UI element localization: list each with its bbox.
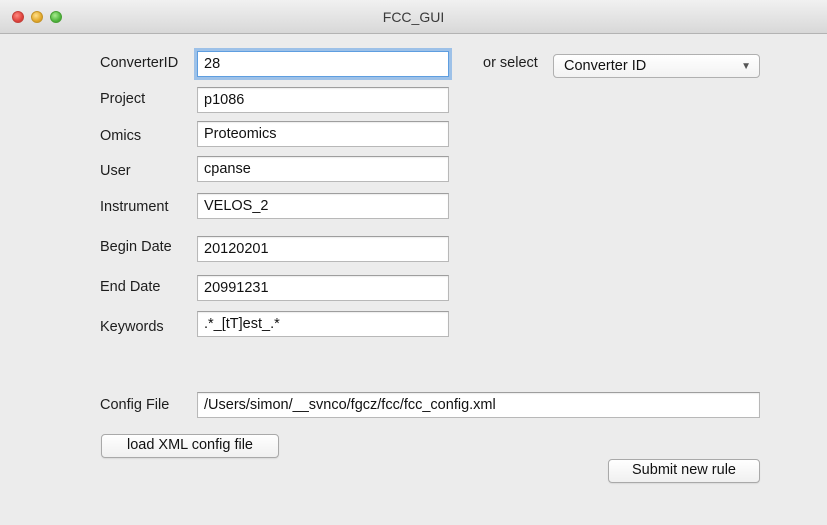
title-bar: FCC_GUI — [0, 0, 827, 34]
keywords-label: Keywords — [100, 319, 164, 335]
begin-date-field[interactable]: 20120201 — [197, 236, 449, 262]
chevron-down-icon: ▼ — [741, 61, 751, 72]
keywords-field[interactable]: .*_[tT]est_.* — [197, 311, 449, 337]
window-title: FCC_GUI — [382, 9, 445, 25]
end-date-field[interactable]: 20991231 — [197, 275, 449, 301]
app-window: FCC_GUI ConverterID 28 or select Convert… — [0, 0, 827, 525]
submit-new-rule-button[interactable]: Submit new rule — [608, 459, 760, 483]
load-xml-config-button[interactable]: load XML config file — [101, 434, 279, 458]
project-label: Project — [100, 91, 146, 107]
instrument-label: Instrument — [100, 199, 169, 215]
project-field[interactable]: p1086 — [197, 87, 449, 113]
omics-field[interactable]: Proteomics — [197, 121, 449, 147]
omics-label: Omics — [100, 128, 142, 144]
begin-date-label: Begin Date — [100, 239, 172, 255]
converter-id-label: ConverterID — [100, 55, 179, 71]
config-file-label: Config File — [100, 397, 170, 413]
converter-select-value: Converter ID — [564, 58, 647, 74]
config-file-field[interactable]: /Users/simon/__svnco/fgcz/fcc/fcc_config… — [197, 392, 760, 418]
converter-id-field[interactable]: 28 — [197, 51, 449, 77]
or-select-label: or select — [483, 55, 538, 71]
user-label: User — [100, 163, 131, 179]
instrument-field[interactable]: VELOS_2 — [197, 193, 449, 219]
user-field[interactable]: cpanse — [197, 156, 449, 182]
converter-id-select[interactable]: Converter ID ▼ — [553, 54, 760, 78]
end-date-label: End Date — [100, 279, 161, 295]
